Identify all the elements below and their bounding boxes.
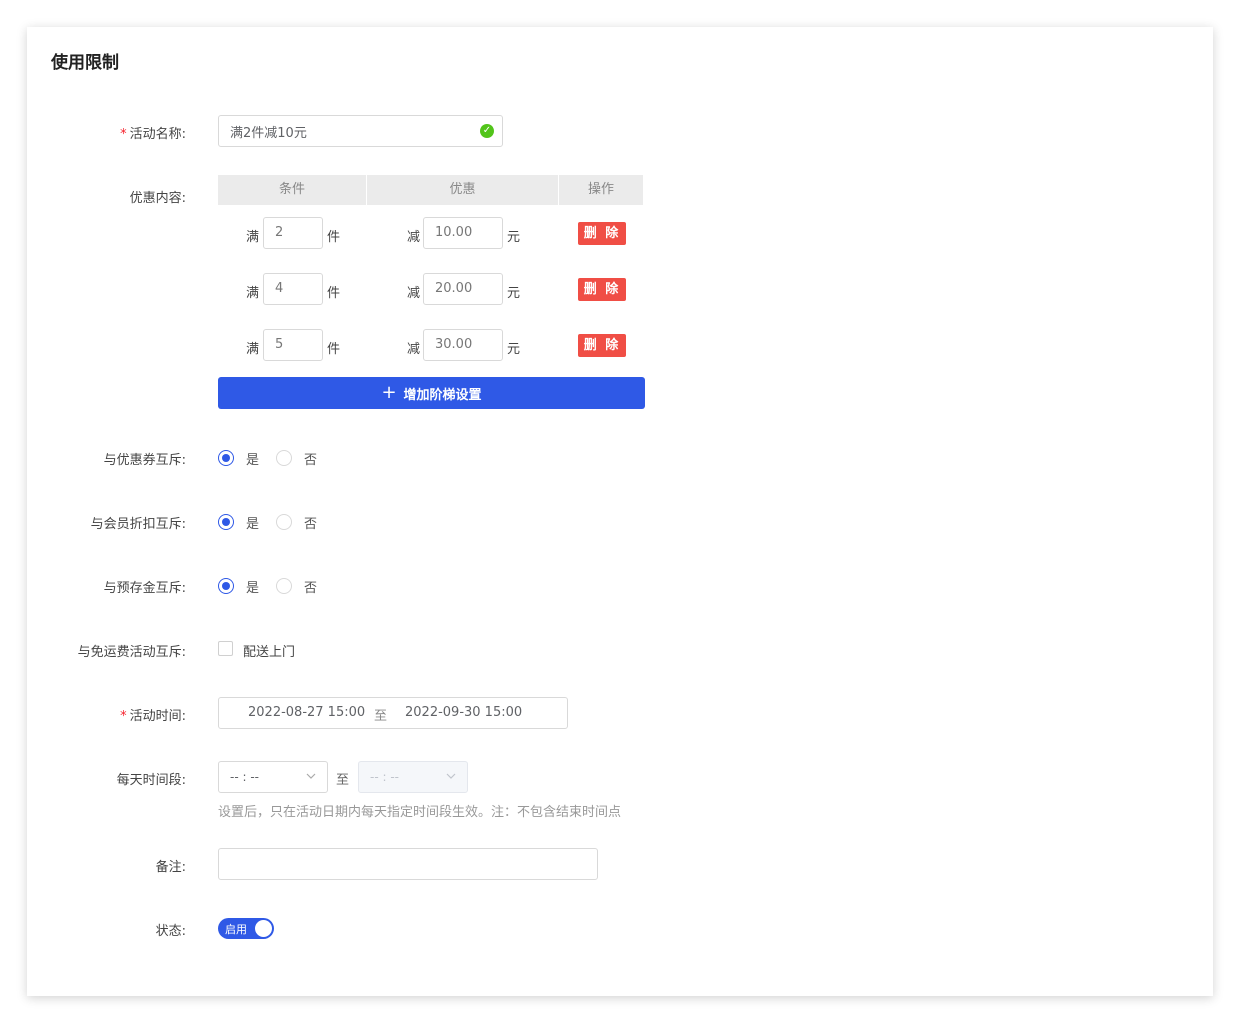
chevron-down-icon: [306, 773, 316, 779]
coupon-exclusive-yes-label: 是: [246, 453, 260, 468]
prepaid-exclusive-label: 与预存金互斥:: [103, 581, 186, 596]
prepaid-exclusive-yes-label: 是: [246, 581, 260, 596]
daily-end-select[interactable]: -- : --: [358, 761, 468, 793]
activity-name-value: 满2件减10元: [230, 125, 307, 141]
delivery-checkbox[interactable]: [218, 641, 233, 656]
amount-input[interactable]: 30.00: [423, 329, 503, 361]
prepaid-exclusive-no-radio[interactable]: [276, 578, 292, 594]
delete-button[interactable]: 删 除: [578, 222, 626, 245]
activity-time-label: * 活动时间:: [120, 709, 186, 724]
prepaid-exclusive-yes-radio[interactable]: [218, 578, 234, 594]
coupon-exclusive-label: 与优惠券互斥:: [103, 453, 186, 468]
coupon-exclusive-no-radio[interactable]: [276, 450, 292, 466]
member-exclusive-no-radio[interactable]: [276, 514, 292, 530]
amount-input[interactable]: 10.00: [423, 217, 503, 249]
member-exclusive-no-label: 否: [304, 517, 318, 532]
valid-check-icon: ✓: [480, 124, 494, 138]
daily-period-label: 每天时间段:: [116, 773, 186, 788]
header-discount: 优惠: [449, 182, 476, 197]
status-toggle[interactable]: 启用: [218, 918, 274, 939]
member-exclusive-label: 与会员折扣互斥:: [90, 517, 186, 532]
status-toggle-text: 启用: [225, 923, 247, 936]
add-tier-button[interactable]: + 增加阶梯设置: [218, 377, 645, 409]
prepaid-exclusive-no-label: 否: [304, 581, 318, 596]
plus-icon: +: [381, 382, 397, 403]
activity-name-input[interactable]: 满2件减10元 ✓: [218, 115, 503, 147]
delete-button[interactable]: 删 除: [578, 334, 626, 357]
activity-time-range-picker[interactable]: 2022-08-27 15:00 至 2022-09-30 15:00: [218, 697, 568, 729]
count-input[interactable]: 2: [263, 217, 323, 249]
usage-limit-card: 使用限制 * 活动名称: 满2件减10元 ✓ 优惠内容: 条件 优惠 操作 满 2…: [27, 27, 1213, 996]
header-condition: 条件: [278, 182, 305, 197]
daily-separator: 至: [336, 773, 350, 788]
remark-label: 备注:: [155, 860, 186, 875]
free-shipping-exclusive-label: 与免运费活动互斥:: [77, 645, 186, 660]
coupon-exclusive-yes-radio[interactable]: [218, 450, 234, 466]
member-exclusive-yes-label: 是: [246, 517, 260, 532]
daily-start-select[interactable]: -- : --: [218, 761, 328, 793]
remark-input[interactable]: [218, 848, 598, 880]
coupon-exclusive-no-label: 否: [304, 453, 318, 468]
start-datetime: 2022-08-27 15:00: [248, 705, 366, 720]
chevron-down-icon: [446, 773, 456, 779]
daily-period-hint: 设置后，只在活动日期内每天指定时间段生效。注：不包含结束时间点: [218, 805, 622, 820]
member-exclusive-yes-radio[interactable]: [218, 514, 234, 530]
amount-input[interactable]: 20.00: [423, 273, 503, 305]
header-action: 操作: [587, 182, 614, 197]
count-input[interactable]: 4: [263, 273, 323, 305]
end-datetime: 2022-09-30 15:00: [405, 705, 523, 720]
range-separator: 至: [374, 709, 388, 724]
count-input[interactable]: 5: [263, 329, 323, 361]
section-title: 使用限制: [51, 53, 119, 73]
toggle-knob: [255, 920, 272, 937]
delete-button[interactable]: 删 除: [578, 278, 626, 301]
status-label: 状态:: [155, 924, 186, 939]
discount-table-header: 条件 优惠 操作: [218, 175, 643, 205]
discount-content-label: 优惠内容:: [129, 191, 186, 206]
activity-name-label: * 活动名称:: [120, 127, 186, 142]
delivery-option-label: 配送上门: [243, 645, 296, 660]
